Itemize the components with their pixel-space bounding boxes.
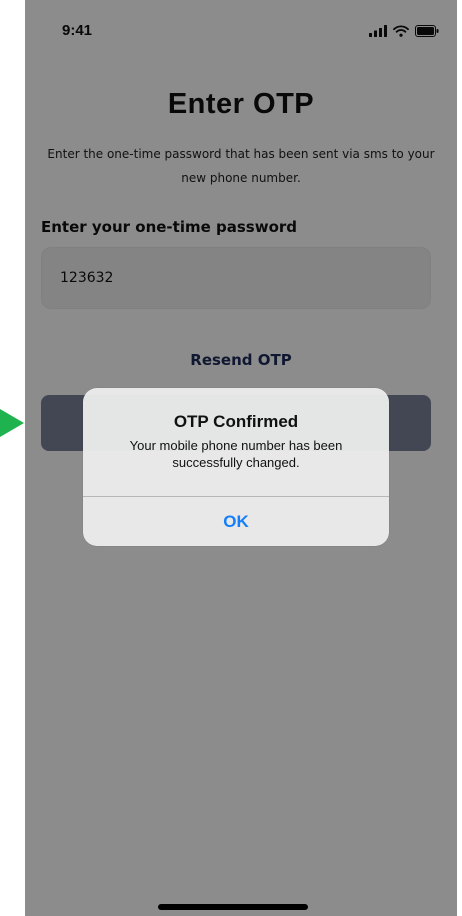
page: ag 9:41	[0, 0, 462, 916]
otp-screen: 9:41 Enter OTP Enter the one-time passwo…	[25, 0, 457, 916]
otp-confirmed-alert: OTP Confirmed Your mobile phone number h…	[83, 388, 389, 546]
phone-screen: 9:41 Enter OTP Enter the one-time passwo…	[25, 0, 457, 916]
ok-button[interactable]: OK	[83, 497, 389, 546]
alert-message: Your mobile phone number has been succes…	[129, 438, 343, 470]
alert-title: OTP Confirmed	[173, 412, 299, 431]
home-indicator	[158, 904, 308, 910]
green-arrow-icon	[0, 409, 24, 437]
